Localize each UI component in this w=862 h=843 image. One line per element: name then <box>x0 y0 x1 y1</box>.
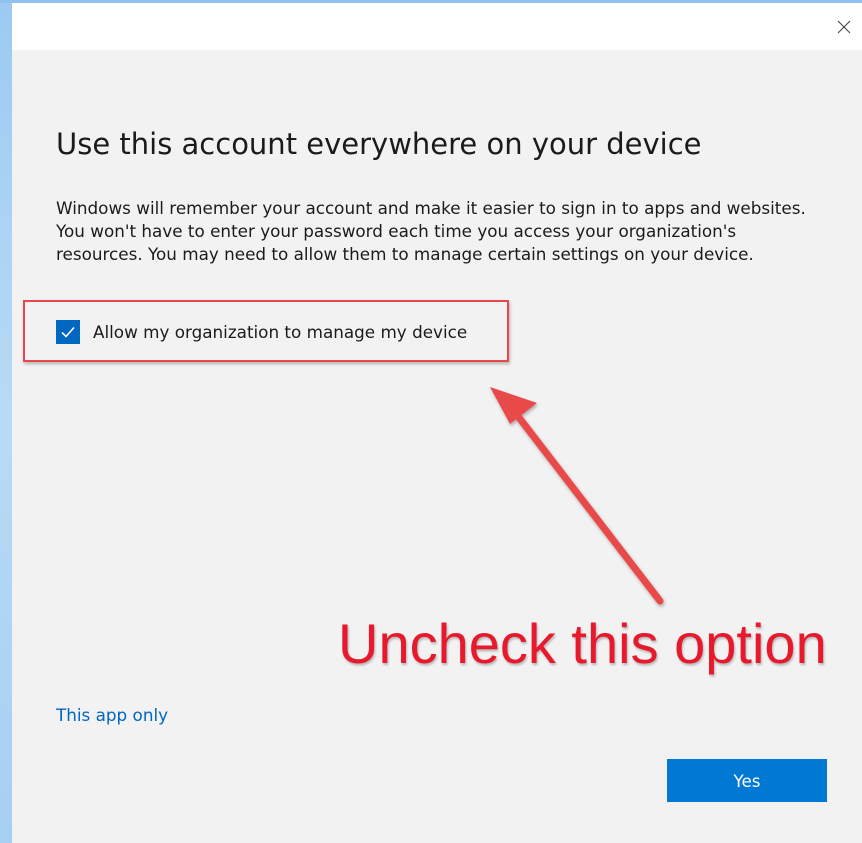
account-dialog: Use this account everywhere on your devi… <box>12 3 862 843</box>
dialog-heading: Use this account everywhere on your devi… <box>56 127 702 161</box>
annotation-text: Uncheck this option <box>338 612 827 675</box>
desktop-background <box>0 0 12 843</box>
dialog-description: Windows will remember your account and m… <box>56 198 806 264</box>
annotation-highlight-box <box>23 300 509 362</box>
arrow-icon <box>490 387 664 605</box>
yes-button[interactable]: Yes <box>667 759 827 802</box>
close-icon <box>837 20 851 34</box>
this-app-only-link[interactable]: This app only <box>56 705 168 725</box>
dialog-titlebar <box>12 3 862 50</box>
close-button[interactable] <box>828 11 860 43</box>
